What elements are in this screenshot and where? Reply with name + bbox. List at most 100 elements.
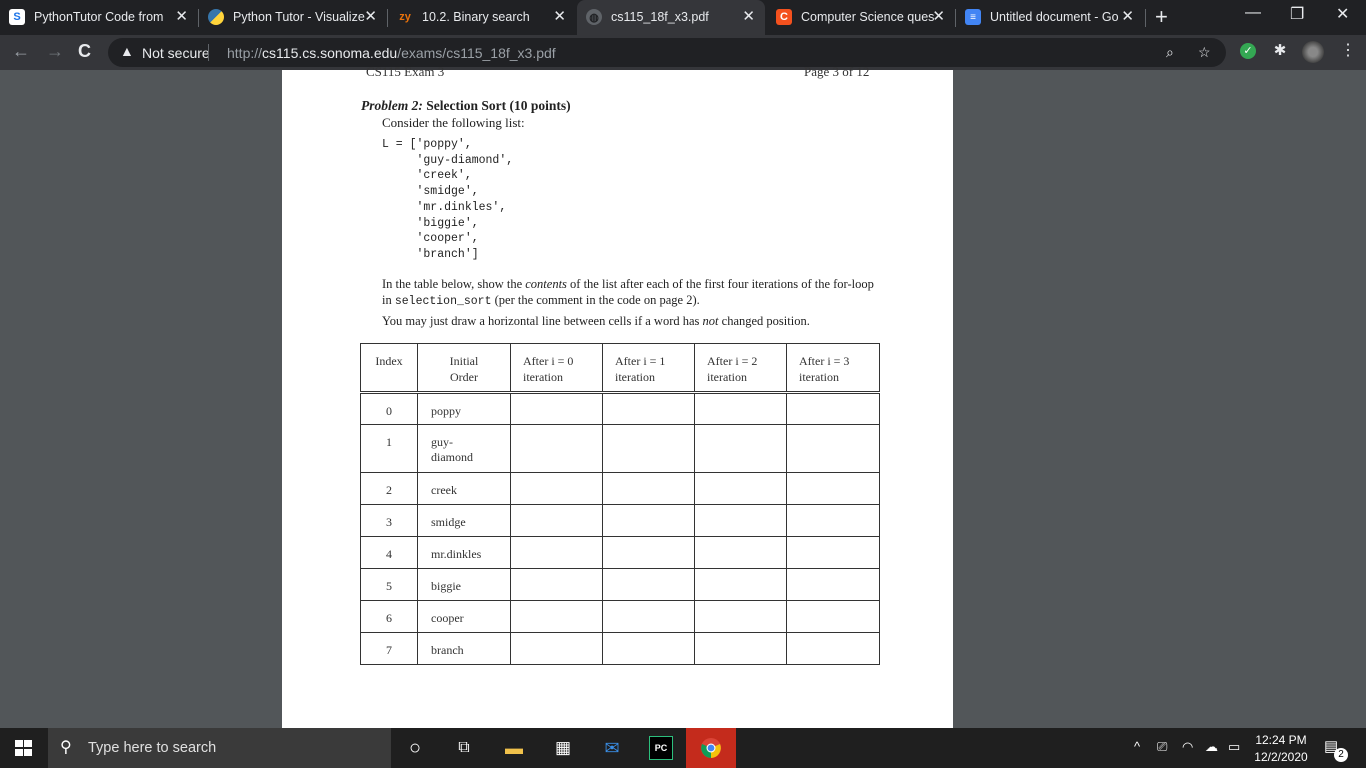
header-after-2: After i = 2 iteration (694, 343, 787, 393)
empty-cell (786, 568, 880, 601)
header-text: Order (450, 370, 478, 384)
close-window-icon[interactable]: ✕ (1336, 4, 1349, 24)
index-cell: 7 (360, 632, 418, 665)
clock[interactable]: 12:24 PM 12/2/2020 (1252, 732, 1310, 766)
meet-now-icon[interactable]: ⎚ (1157, 739, 1167, 755)
back-arrow-icon[interactable]: ← (12, 41, 30, 62)
pythontutor-favicon-icon: S (9, 9, 25, 25)
reload-icon[interactable]: C (78, 41, 91, 62)
more-menu-icon[interactable]: ⋮ (1340, 43, 1356, 59)
google-docs-favicon-icon: ≡ (965, 9, 981, 25)
table-row: 3 smidge (360, 504, 880, 537)
bookmark-star-icon[interactable]: ☆ (1198, 44, 1211, 61)
start-square (24, 740, 32, 747)
url-text[interactable]: http://cs115.cs.sonoma.edu/exams/cs115_1… (227, 45, 556, 61)
close-icon[interactable]: ✕ (364, 7, 377, 25)
chegg-favicon-icon: C (776, 9, 792, 25)
code-line: 'biggie', (382, 216, 479, 230)
empty-cell (602, 424, 695, 473)
extension-check-icon[interactable]: ✓ (1240, 43, 1256, 59)
header-text: Initial (449, 354, 479, 368)
empty-cell (602, 472, 695, 505)
index-cell: 3 (360, 504, 418, 537)
zoom-search-icon[interactable]: ⌕ (1166, 44, 1174, 61)
tab-computer-science[interactable]: C Computer Science ques ✕ (767, 0, 955, 35)
tab-title: 10.2. Binary search (422, 10, 530, 24)
empty-cell (510, 424, 603, 473)
task-view-icon[interactable]: ⧉ (452, 736, 476, 760)
header-text: Index (375, 354, 403, 368)
profile-avatar[interactable] (1302, 41, 1324, 63)
tab-binary-search[interactable]: zy 10.2. Binary search ✕ (388, 0, 576, 35)
notification-badge: 2 (1334, 748, 1348, 762)
url-host: cs115.cs.sonoma.edu (262, 45, 398, 61)
restore-icon[interactable]: ❐ (1290, 4, 1304, 24)
windows-start-icon[interactable] (15, 740, 32, 756)
close-icon[interactable]: ✕ (742, 7, 755, 25)
pdf-viewer[interactable]: CS115 Exam 3 Page 3 of 12 Problem 2: Sel… (0, 64, 1366, 728)
index-cell: 6 (360, 600, 418, 633)
battery-icon[interactable]: ▭ (1228, 739, 1240, 755)
new-tab-plus-icon[interactable]: + (1155, 4, 1168, 30)
minimize-icon[interactable]: — (1245, 4, 1261, 22)
header-text: iteration (707, 370, 747, 384)
instr-text: In the table below, show the (382, 277, 526, 291)
empty-cell (694, 600, 787, 633)
mail-icon[interactable]: ✉ (600, 736, 624, 760)
empty-cell (694, 472, 787, 505)
empty-cell (786, 391, 880, 425)
instr-text: (per the comment in the code on page 2). (491, 293, 700, 307)
instr-emphasis: contents (525, 277, 567, 291)
chrome-icon[interactable] (699, 736, 723, 760)
header-text: iteration (523, 370, 563, 384)
microsoft-store-icon[interactable]: ▦ (551, 736, 575, 760)
browser-toolbar: ← → C ▲ Not secure http://cs115.cs.sonom… (0, 35, 1366, 70)
tab-pdf-active[interactable]: ◍ cs115_18f_x3.pdf ✕ (577, 0, 765, 35)
empty-cell (602, 504, 695, 537)
forward-arrow-icon[interactable]: → (46, 41, 64, 62)
taskbar-search-box[interactable]: ⚲ Type here to search (48, 728, 391, 768)
instr-text: You may just draw a horizontal line betw… (382, 314, 703, 328)
wifi-icon[interactable]: ◠ (1182, 739, 1193, 755)
onedrive-cloud-icon[interactable]: ☁ (1205, 739, 1218, 755)
omnibox-separator (208, 44, 209, 61)
close-icon[interactable]: ✕ (553, 7, 566, 25)
not-secure-label[interactable]: Not secure (142, 45, 210, 61)
show-hidden-icons-chevron-icon[interactable]: ^ (1134, 739, 1140, 754)
empty-cell (602, 600, 695, 633)
extensions-puzzle-icon[interactable]: ✱ (1272, 43, 1288, 59)
empty-cell (510, 391, 603, 425)
close-icon[interactable]: ✕ (1121, 7, 1134, 25)
empty-cell (694, 424, 787, 473)
empty-cell (786, 504, 880, 537)
header-initial-order: Initial Order (417, 343, 511, 393)
code-line: 'guy-diamond', (382, 153, 514, 167)
cortana-circle-icon[interactable]: ○ (403, 736, 427, 760)
tab-strip: S PythonTutor Code from ✕ Python Tutor -… (0, 0, 1366, 35)
pycharm-icon[interactable]: PC (649, 736, 673, 760)
clock-date: 12/2/2020 (1254, 750, 1308, 764)
close-icon[interactable]: ✕ (175, 7, 188, 25)
code-line: L = ['poppy', (382, 138, 472, 151)
close-icon[interactable]: ✕ (932, 7, 945, 25)
empty-cell (786, 472, 880, 505)
code-line: 'smidge', (382, 185, 479, 199)
page-header-left: CS115 Exam 3 (366, 64, 445, 79)
table-row: 7 branch (360, 632, 880, 665)
file-explorer-icon[interactable]: ▬ (502, 736, 526, 760)
tab-untitled-document[interactable]: ≡ Untitled document - Go ✕ (956, 0, 1144, 35)
address-bar[interactable]: ▲ Not secure http://cs115.cs.sonoma.edu/… (108, 38, 1226, 67)
header-text: After i = 2 (707, 354, 758, 368)
tab-pythontutor-code[interactable]: S PythonTutor Code from ✕ (0, 0, 198, 35)
code-line: 'branch'] (382, 247, 479, 261)
instructions-note: You may just draw a horizontal line betw… (382, 313, 882, 329)
header-after-3: After i = 3 iteration (786, 343, 880, 393)
tab-python-tutor-visualize[interactable]: Python Tutor - Visualize ✕ (199, 0, 387, 35)
index-cell: 2 (360, 472, 418, 505)
empty-cell (602, 391, 695, 425)
empty-cell (602, 632, 695, 665)
chrome-logo-svg (701, 738, 721, 758)
instr-text: changed position. (718, 314, 810, 328)
warning-triangle-icon[interactable]: ▲ (120, 43, 134, 59)
header-text: iteration (799, 370, 839, 384)
